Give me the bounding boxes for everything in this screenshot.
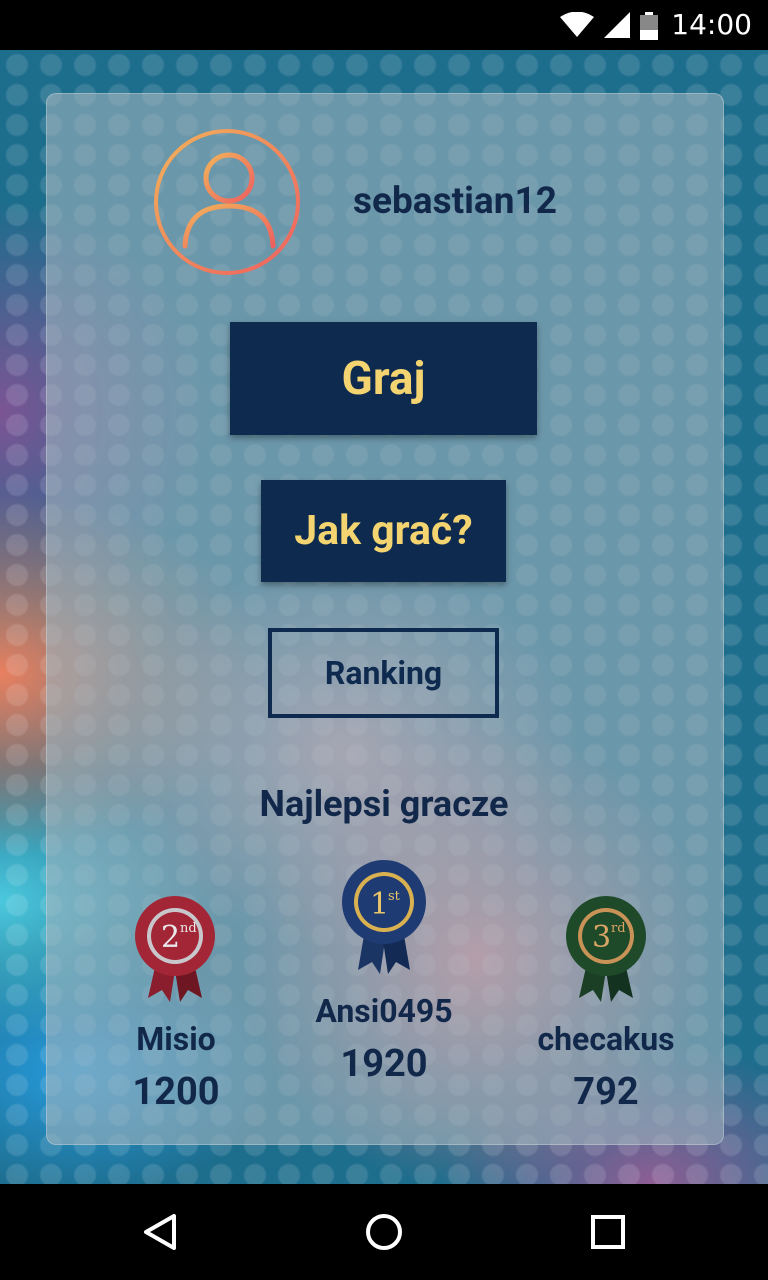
top-players-title: Najlepsi gracze (259, 783, 509, 825)
first-player-score: 1920 (340, 1042, 428, 1086)
medal-badge-text: 2 (161, 920, 180, 955)
status-time: 14:00 (671, 8, 752, 41)
play-button[interactable]: Graj (230, 322, 537, 435)
navigation-bar (0, 1184, 768, 1280)
wifi-icon (560, 12, 595, 37)
third-place-medal-icon: 3 rd (566, 896, 646, 1002)
svg-text:1: 1 (370, 887, 389, 922)
ranking-button[interactable]: Ranking (268, 628, 499, 718)
svg-text:nd: nd (180, 921, 197, 936)
first-player-name: Ansi0495 (315, 992, 453, 1030)
how-to-play-button[interactable]: Jak grać? (261, 480, 506, 582)
svg-text:3: 3 (592, 920, 611, 955)
second-player-score: 1200 (132, 1070, 220, 1114)
signal-icon (604, 12, 631, 38)
second-player-name: Misio (136, 1020, 216, 1058)
user-icon[interactable] (153, 128, 301, 276)
battery-icon (640, 12, 658, 40)
recents-icon[interactable] (584, 1208, 632, 1256)
home-icon[interactable] (360, 1208, 408, 1256)
svg-text:rd: rd (611, 921, 626, 936)
status-icons (554, 12, 658, 40)
svg-text:st: st (388, 889, 401, 904)
third-player-name: checakus (537, 1020, 675, 1058)
third-player-score: 792 (573, 1070, 639, 1114)
status-bar: 14:00 (0, 0, 768, 50)
first-place-medal-icon: 1 st (342, 860, 426, 974)
username-label: sebastian12 (353, 180, 557, 223)
back-icon[interactable] (136, 1208, 184, 1256)
second-place-medal-icon: 2 nd (135, 896, 215, 1002)
